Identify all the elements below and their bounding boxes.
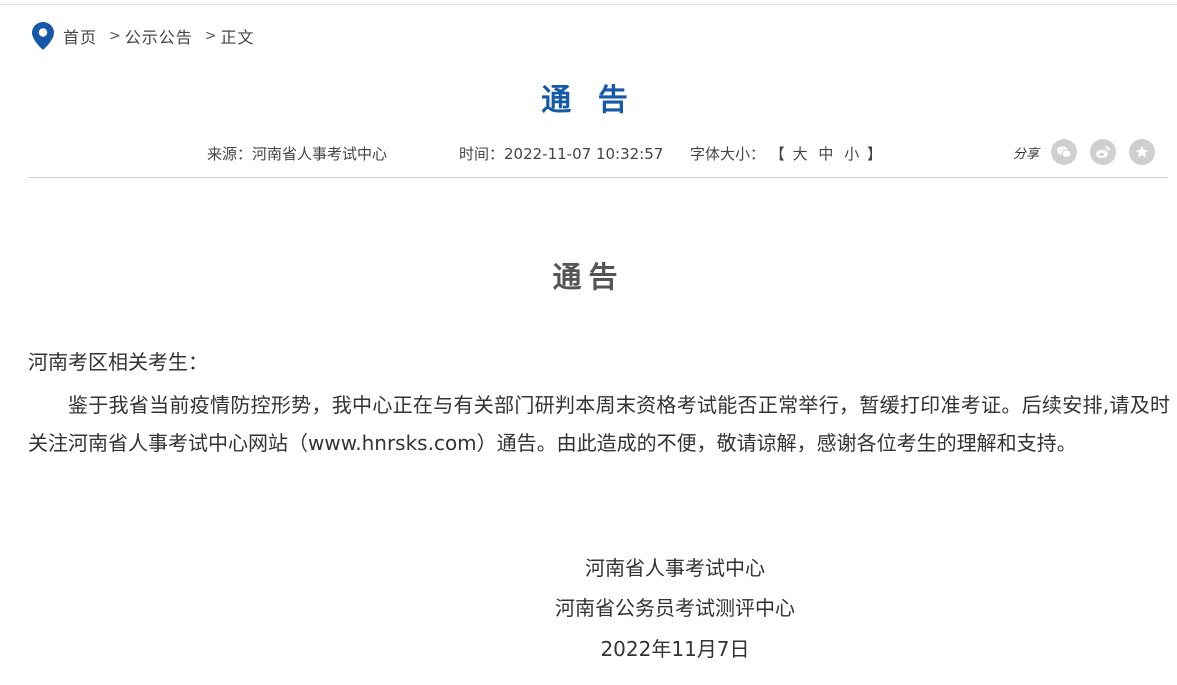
share-favorite-button[interactable]	[1129, 139, 1156, 165]
font-size-label: 字体大小：	[690, 145, 766, 163]
page-title: 通 告	[541, 83, 636, 118]
share-wechat-button[interactable]	[1051, 139, 1078, 165]
signature-date: 2022年11月7日	[600, 637, 750, 661]
share-weibo-button[interactable]	[1090, 139, 1117, 165]
wechat-icon	[1057, 146, 1072, 158]
weibo-icon	[1096, 145, 1111, 158]
signature-organization: 河南省人事考试中心	[585, 556, 765, 580]
page: 首页 > 公示公告 > 正文 通 告 来源：河南省人事考试中心 时间：2022-…	[0, 0, 1177, 685]
font-size-large-button[interactable]: 大	[793, 145, 808, 163]
source-text: 来源：河南省人事考试中心	[207, 145, 388, 163]
article-paragraph: 鉴于我省当前疫情防控形势，我中心正在与有关部门研判本周末资格考试能否正常举行，暂…	[28, 393, 1170, 455]
signature-organization-2: 河南省公务员考试测评中心	[555, 596, 795, 620]
breadcrumb-home-link[interactable]: 首页	[63, 24, 97, 48]
breadcrumb-separator: >	[204, 28, 217, 44]
publish-time: 时间：2022-11-07 10:32:57	[459, 145, 664, 163]
bracket-close: 】	[866, 145, 882, 163]
top-border	[0, 4, 1177, 5]
font-size-medium-button[interactable]: 中	[818, 145, 833, 163]
article-title: 通告	[552, 260, 625, 294]
location-pin-icon	[32, 22, 54, 50]
font-size-control: 字体大小： 【 大 中 小 】	[690, 142, 882, 166]
breadcrumb-section-link[interactable]: 公示公告	[125, 24, 193, 48]
font-size-small-button[interactable]: 小	[844, 145, 859, 163]
salutation: 河南考区相关考生：	[28, 350, 208, 374]
breadcrumb: 首页 > 公示公告 > 正文	[32, 22, 255, 50]
share-label: 分享	[1013, 146, 1040, 162]
share-bar: 分享	[1013, 138, 1168, 166]
breadcrumb-separator: >	[109, 28, 121, 44]
bracket-open: 【	[769, 145, 785, 163]
breadcrumb-current: 正文	[220, 28, 255, 47]
favorite-star-icon	[1135, 145, 1149, 158]
header-divider	[28, 177, 1168, 178]
article-meta: 来源：河南省人事考试中心 时间：2022-11-07 10:32:57 字体大小…	[0, 142, 1177, 166]
